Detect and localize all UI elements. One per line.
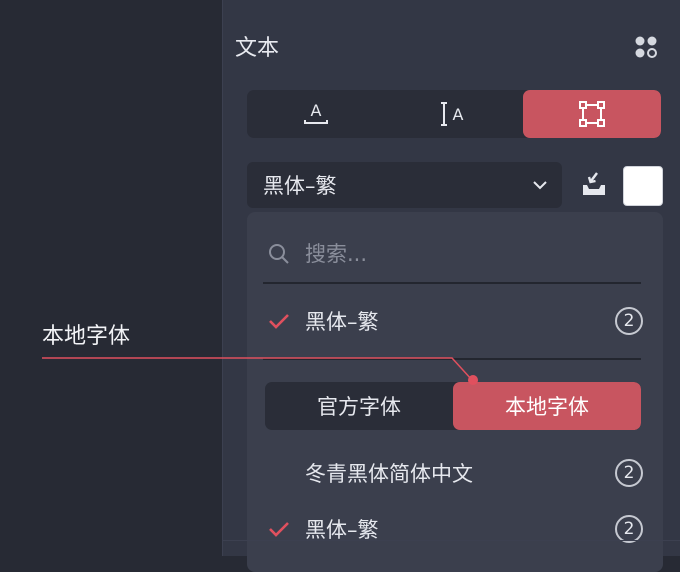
tab-official-fonts[interactable]: 官方字体 [265,382,453,430]
tab-text-baseline[interactable]: A [247,90,385,138]
text-properties-panel: 文本 A A 黑体–繁 搜索... 黑体–繁 2 官方字体 本地字体 冬青黑体简… [222,0,680,572]
font-search-input[interactable] [303,241,641,267]
font-family-value: 黑体–繁 [263,174,337,198]
text-baseline-icon: A [304,101,328,124]
install-font-icon[interactable] [579,170,609,200]
font-dropdown: 黑体–繁 2 官方字体 本地字体 冬青黑体简体中文 2 黑体–繁 2 [247,212,663,572]
bounding-box-icon [579,101,605,127]
tab-text-box[interactable] [523,90,661,138]
svg-text:A: A [311,101,322,120]
check-icon [269,314,289,329]
font-source-tabs: 官方字体 本地字体 [265,382,641,430]
panel-bottom-divider [222,540,680,541]
text-color-swatch[interactable] [623,166,663,206]
canvas-area [0,0,222,556]
font-name: 黑体–繁 [305,310,379,334]
divider [263,358,641,360]
font-name: 冬青黑体简体中文 [305,462,473,486]
text-height-icon: A [441,102,464,126]
selected-font-item[interactable]: 黑体–繁 2 [263,299,643,343]
tab-local-fonts[interactable]: 本地字体 [453,382,641,430]
font-variant-count: 2 [615,459,643,487]
font-list-item[interactable]: 冬青黑体简体中文 2 [263,451,643,495]
font-family-select[interactable]: 黑体–繁 [247,162,562,208]
chevron-down-icon [533,181,547,190]
font-search [263,226,641,284]
font-list-item[interactable]: 黑体–繁 2 [263,507,643,551]
svg-text:A: A [453,105,464,124]
panel-title: 文本 [235,36,280,61]
font-variant-count: 2 [615,307,643,335]
tab-text-height[interactable]: A [385,90,523,138]
annotation-label: 本地字体 [42,324,131,349]
component-icon[interactable] [633,34,659,60]
search-icon [269,244,289,264]
check-icon [269,522,289,537]
text-mode-tabs: A A [247,90,661,138]
font-variant-count: 2 [615,515,643,543]
